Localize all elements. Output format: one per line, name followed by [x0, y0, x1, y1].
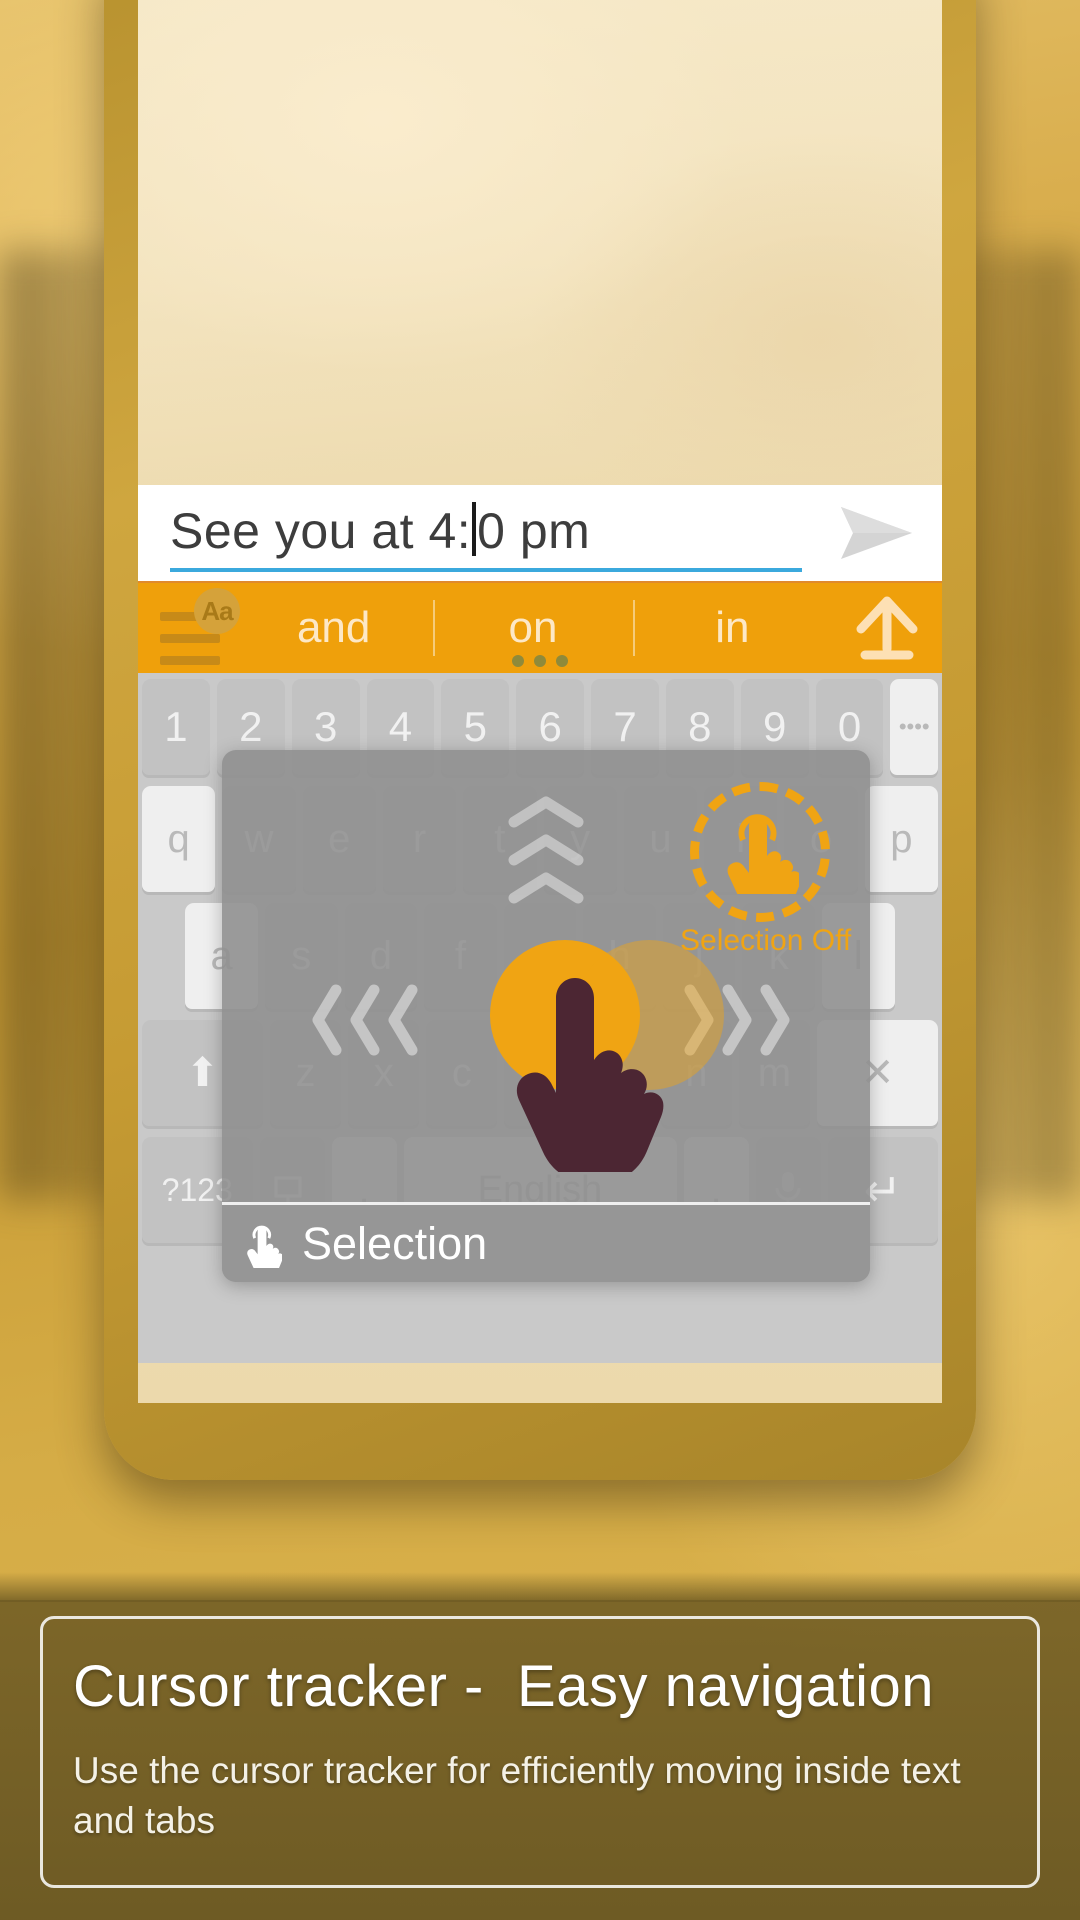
key-more-dots[interactable]: ••••: [890, 679, 938, 775]
selection-off-label: Selection Off: [680, 924, 852, 957]
page-dot: [556, 655, 568, 667]
expand-up-arrow-icon[interactable]: [832, 582, 942, 674]
key-q[interactable]: q: [142, 786, 216, 892]
hamburger-menu-icon[interactable]: Aa: [138, 582, 240, 674]
input-text-before-caret: See you at 4:: [170, 503, 472, 559]
caption-subtitle: Use the cursor tracker for efficiently m…: [73, 1750, 961, 1842]
input-text-after-caret: 0 pm: [477, 503, 591, 559]
key-p[interactable]: p: [864, 786, 938, 892]
cursor-tracker-overlay[interactable]: Selection Off Selection: [222, 750, 870, 1282]
app-background: [138, 0, 942, 490]
cursor-tracker-pad[interactable]: Selection Off: [222, 750, 870, 1202]
suggestion-page-dots: [512, 655, 568, 667]
page-dot: [512, 655, 524, 667]
selection-off-circle: [690, 782, 830, 922]
send-arrow-icon[interactable]: [812, 485, 942, 581]
suggestion-item-2[interactable]: in: [632, 582, 832, 674]
hamburger-bar: [160, 634, 220, 643]
selection-off-badge[interactable]: Selection Off: [680, 782, 852, 958]
selection-toggle-bar[interactable]: Selection: [222, 1202, 870, 1282]
caption-title: Cursor tracker - Easy navigation: [73, 1654, 935, 1719]
suggestion-bar[interactable]: Aa and on in: [138, 581, 942, 673]
text-caret: [472, 502, 477, 556]
key-1[interactable]: 1: [142, 679, 210, 775]
left-chevrons-icon[interactable]: [310, 982, 420, 1058]
message-input-bar[interactable]: See you at 4: 0 pm: [138, 485, 942, 581]
text-input-field[interactable]: See you at 4: 0 pm: [170, 494, 802, 572]
tap-hand-icon: [727, 814, 799, 894]
up-chevrons-icon[interactable]: [506, 794, 586, 904]
tap-hand-icon: [247, 1225, 282, 1268]
finger-gesture-illustration: [478, 962, 668, 1184]
page-dot: [534, 655, 546, 667]
caption-panel: Cursor tracker - Easy navigation Use the…: [0, 1572, 1080, 1920]
caption-fade: [0, 1572, 1080, 1602]
hamburger-bar: [160, 656, 220, 665]
selection-toggle-label: Selection: [302, 1217, 488, 1269]
caption-box: Cursor tracker - Easy navigation Use the…: [40, 1616, 1040, 1888]
phone-screen: See you at 4: 0 pm Aa and on in 1 2 3 4 …: [138, 0, 942, 1403]
suggestion-item-0[interactable]: and: [234, 582, 433, 674]
text-input-wrapper[interactable]: See you at 4: 0 pm: [138, 494, 812, 572]
